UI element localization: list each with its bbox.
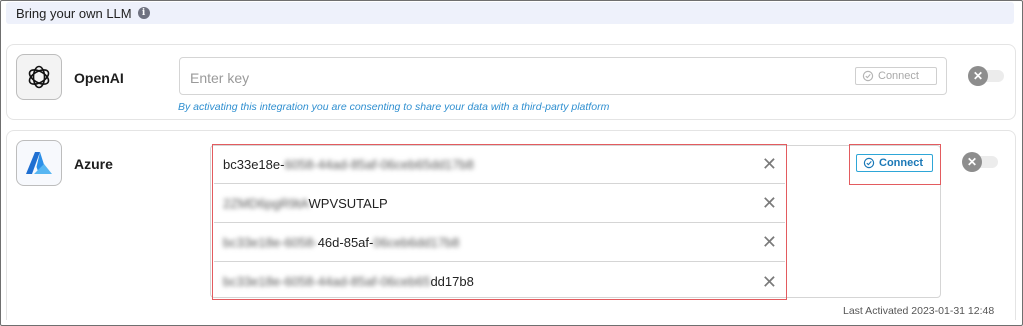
fields-highlight [212, 144, 787, 300]
last-activated: Last Activated 2023-01-31 12:48 [843, 305, 995, 317]
openai-key-placeholder: Enter key [190, 70, 250, 86]
section-header: Bring your own LLM i [6, 2, 1014, 24]
close-icon: ✕ [962, 152, 982, 172]
openai-key-input[interactable]: Enter key [179, 57, 947, 95]
azure-logo-icon [16, 140, 62, 186]
connect-highlight [849, 144, 941, 185]
openai-logo-icon [16, 54, 62, 100]
consent-notice: By activating this integration you are c… [178, 101, 610, 113]
close-icon: ✕ [968, 66, 988, 86]
openai-connect-button[interactable]: Connect [855, 67, 937, 85]
section-title: Bring your own LLM [16, 5, 132, 21]
openai-name: OpenAI [74, 70, 124, 86]
openai-toggle[interactable]: ✕ [968, 66, 1004, 86]
refresh-icon [862, 70, 874, 82]
info-icon[interactable]: i [137, 7, 150, 19]
openai-connect-label: Connect [878, 70, 919, 82]
azure-toggle[interactable]: ✕ [962, 152, 998, 172]
azure-name: Azure [74, 156, 113, 172]
